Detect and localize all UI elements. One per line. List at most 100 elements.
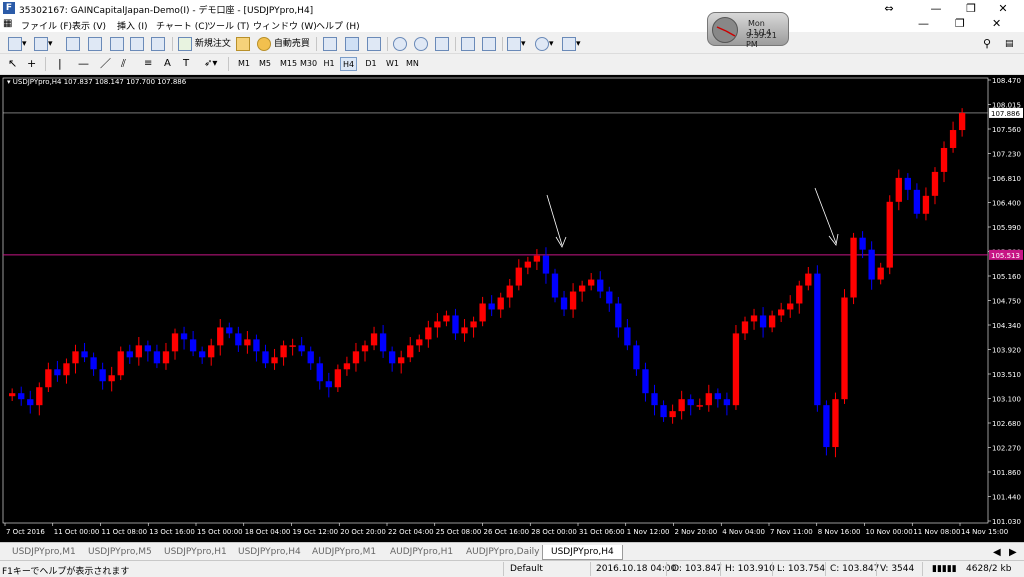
tab-audjpy-h1[interactable]: AUDJPYpro,H1 xyxy=(390,545,453,560)
tab-usdjpy-h4[interactable]: USDJPYpro,H4 xyxy=(238,545,301,560)
text-icon[interactable]: A xyxy=(164,56,171,72)
tf-mn[interactable]: MN xyxy=(404,57,421,71)
restore-arrows-icon[interactable]: ⇔ xyxy=(868,0,910,17)
candle-body xyxy=(325,381,332,388)
vertical-line-icon[interactable]: | xyxy=(58,56,62,72)
tab-audjpy-m1[interactable]: AUDJPYpro,M1 xyxy=(312,545,376,560)
zoom-out-icon[interactable] xyxy=(414,36,428,52)
tab-usdjpy-h4-active[interactable]: USDJPYpro,H4 xyxy=(542,545,623,560)
tab-usdjpy-m5[interactable]: USDJPYpro,M5 xyxy=(88,545,152,560)
fibonacci-icon[interactable]: ≡ xyxy=(144,56,152,72)
profiles-icon[interactable]: ▾ xyxy=(34,36,53,52)
horizontal-line-icon[interactable]: — xyxy=(78,56,89,72)
y-tick-label: 104.750 xyxy=(992,298,1021,306)
tf-h1[interactable]: H1 xyxy=(321,57,337,71)
search-icon[interactable]: ⚲ xyxy=(983,36,991,52)
candle-body xyxy=(931,171,939,196)
tile-windows-icon[interactable] xyxy=(435,36,449,52)
tf-d1[interactable]: D1 xyxy=(363,57,379,71)
navigator-icon[interactable] xyxy=(110,36,124,52)
candle-body xyxy=(198,351,206,358)
candle-body xyxy=(416,339,423,346)
menu-insert[interactable]: 挿入 (I) xyxy=(117,19,148,32)
menu-tools[interactable]: ツール (T) xyxy=(207,19,249,32)
candle-body xyxy=(886,201,893,268)
tab-scroll-right-icon[interactable]: ▶ xyxy=(1009,545,1017,560)
x-tick-label: 18 Oct 04:00 xyxy=(245,528,291,536)
candle-body xyxy=(868,249,875,280)
data-window-icon[interactable] xyxy=(88,36,102,52)
tab-usdjpy-h1[interactable]: USDJPYpro,H1 xyxy=(164,545,227,560)
trendline-icon[interactable]: ／ xyxy=(100,56,111,72)
connection-icon: ▮▮▮▮▮ xyxy=(932,564,957,574)
price-chart[interactable]: 108.470 108.015 107.560 107.230 106.810 106.4… xyxy=(0,75,1024,542)
tab-usdjpy-m1[interactable]: USDJPYpro,M1 xyxy=(12,545,76,560)
tab-audjpy-daily[interactable]: AUDJPYpro,Daily xyxy=(466,545,539,560)
candle-body xyxy=(171,333,179,352)
menu-app-icon[interactable]: ▦ xyxy=(3,18,12,29)
bar-chart-icon[interactable] xyxy=(323,36,337,52)
tf-w1[interactable]: W1 xyxy=(384,57,401,71)
text-label-icon[interactable]: T xyxy=(183,56,189,72)
mdi-restore-button[interactable]: ❐ xyxy=(955,17,965,30)
chart-canvas[interactable]: 108.470108.015107.560107.230106.810106.4… xyxy=(0,75,1024,542)
mdi-minimize-button[interactable]: — xyxy=(918,17,929,30)
templates-icon[interactable]: ▾ xyxy=(562,36,581,52)
mdi-close-button[interactable]: ✕ xyxy=(992,17,1001,30)
candle-body xyxy=(135,345,142,358)
tf-m15[interactable]: M15 xyxy=(278,57,299,71)
candlestick-icon[interactable] xyxy=(345,36,359,52)
tf-h4[interactable]: H4 xyxy=(340,57,358,71)
candle-body xyxy=(904,177,912,190)
line-chart-icon[interactable] xyxy=(367,36,381,52)
crosshair-icon[interactable]: + xyxy=(27,56,36,72)
candle-body xyxy=(90,357,97,370)
tab-scroll-left-icon[interactable]: ◀ xyxy=(993,545,1001,560)
tf-m30[interactable]: M30 xyxy=(298,57,319,71)
annotation-arrow-2 xyxy=(814,187,837,244)
candle-body xyxy=(334,369,342,388)
chart-tabs: USDJPYpro,M1 USDJPYpro,M5 USDJPYpro,H1 U… xyxy=(0,542,1024,560)
menu-window[interactable]: ウィンドウ (W) xyxy=(253,19,317,32)
close-button[interactable]: ✕ xyxy=(982,0,1024,17)
new-order-button[interactable]: 新規注文 xyxy=(178,36,231,52)
candle-body xyxy=(723,399,731,406)
candle-body xyxy=(162,351,170,364)
menu-help[interactable]: ヘルプ (H) xyxy=(316,19,360,32)
chat-icon[interactable]: ▤ xyxy=(1005,36,1014,52)
candle-body xyxy=(407,345,414,358)
x-tick-label: 13 Oct 16:00 xyxy=(149,528,195,536)
market-watch-icon[interactable] xyxy=(66,36,80,52)
autotrade-button[interactable]: 自動売買 xyxy=(257,36,310,52)
arrows-icon[interactable]: ➶▾ xyxy=(204,56,217,72)
periods-icon[interactable]: ▾ xyxy=(535,36,554,52)
chart-info: USDJPYpro,H4 107.837 108.147 107.700 107… xyxy=(12,78,187,86)
candle-body xyxy=(787,303,794,310)
new-chart-icon[interactable]: ▾ xyxy=(8,36,27,52)
y-tick-label: 101.860 xyxy=(992,469,1021,477)
tf-m1[interactable]: M1 xyxy=(236,57,252,71)
meta-editor-icon[interactable] xyxy=(236,36,250,52)
strategy-tester-icon[interactable] xyxy=(151,36,165,52)
cursor-icon[interactable]: ↖ xyxy=(8,56,17,72)
candle-body xyxy=(117,351,124,376)
y-tick-label: 103.100 xyxy=(992,396,1021,404)
candle-body xyxy=(922,195,930,214)
candle-body xyxy=(343,363,351,370)
indicators-icon[interactable]: ▾ xyxy=(507,36,526,52)
zoom-in-icon[interactable] xyxy=(393,36,407,52)
candle-body xyxy=(515,267,522,286)
menu-chart[interactable]: チャート (C) xyxy=(156,19,208,32)
candle-body xyxy=(63,363,70,376)
candle-body xyxy=(45,369,52,388)
channel-icon[interactable]: ⫽ xyxy=(121,56,126,72)
auto-scroll-icon[interactable] xyxy=(482,36,496,52)
terminal-icon[interactable] xyxy=(130,36,144,52)
drawing-toolbar: ↖ + | — ／ ⫽ ≡ A T ➶▾ M1 M5 M15 M30 H1 H4… xyxy=(0,54,1024,75)
candle-body xyxy=(307,351,314,364)
menu-file[interactable]: ファイル (F) xyxy=(21,19,72,32)
chart-shift-icon[interactable] xyxy=(461,36,475,52)
tf-m5[interactable]: M5 xyxy=(257,57,273,71)
menu-view[interactable]: 表示 (V) xyxy=(72,19,106,32)
clock-time: 9:39:21 PM xyxy=(746,31,777,49)
